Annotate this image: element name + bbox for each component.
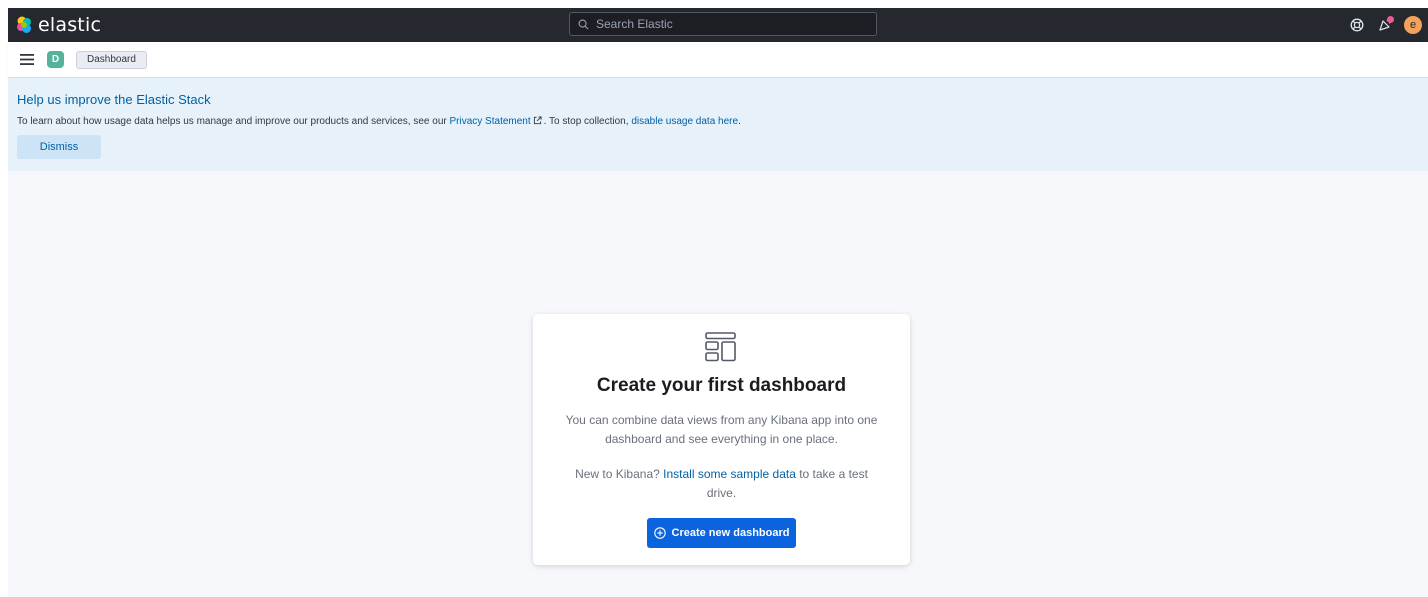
empty-state-title: Create your first dashboard: [596, 375, 847, 396]
breadcrumb-dashboard: Dashboard: [76, 50, 147, 69]
elastic-logo-icon: [17, 16, 31, 33]
callout-body-prefix: To learn about how usage data helps us m…: [17, 116, 450, 127]
disable-usage-data-link[interactable]: disable usage data here: [631, 116, 738, 127]
dismiss-button[interactable]: Dismiss: [17, 135, 101, 159]
breadcrumb-label: Dashboard: [87, 54, 136, 65]
user-avatar[interactable]: e: [1404, 16, 1422, 34]
elastic-home-link[interactable]: elastic: [15, 8, 101, 42]
search-input[interactable]: [596, 17, 856, 31]
dashboard-main-area: Create your first dashboard You can comb…: [8, 171, 1428, 597]
external-link-icon: [533, 116, 542, 125]
window-top-strip: [0, 0, 1428, 8]
sample-prefix: New to Kibana?: [575, 467, 664, 481]
nav-menu-button[interactable]: [16, 49, 38, 71]
space-selector[interactable]: D: [47, 51, 64, 68]
sample-data-prompt: New to Kibana? Install some sample data …: [563, 465, 880, 503]
callout-title: Help us improve the Elastic Stack: [17, 92, 211, 107]
app-subheader: D Dashboard: [8, 42, 1428, 78]
callout-body-suffix: .: [738, 116, 741, 127]
help-menu-button[interactable]: [1343, 8, 1371, 42]
create-button-label: Create new dashboard: [671, 527, 790, 539]
global-header: elastic e: [8, 8, 1428, 42]
notification-dot: [1387, 16, 1394, 23]
privacy-statement-link[interactable]: Privacy Statement: [450, 116, 531, 127]
empty-state-description: You can combine data views from any Kiba…: [565, 413, 878, 446]
create-new-dashboard-button[interactable]: Create new dashboard: [647, 518, 796, 548]
avatar-initial: e: [1409, 19, 1417, 31]
hamburger-menu-icon: [20, 54, 34, 65]
install-sample-data-link[interactable]: Install some sample data: [663, 467, 796, 481]
callout-body: To learn about how usage data helps us m…: [17, 116, 1419, 127]
help-lifebuoy-icon: [1350, 18, 1364, 32]
header-actions: e: [1343, 8, 1422, 42]
dashboard-app-icon: [705, 332, 736, 362]
news-feed-button[interactable]: [1371, 8, 1399, 42]
empty-state-panel: Create your first dashboard You can comb…: [533, 314, 910, 565]
global-search[interactable]: [569, 12, 877, 36]
logo-text: elastic: [38, 14, 102, 36]
search-icon: [578, 19, 589, 29]
callout-body-middle: . To stop collection,: [543, 116, 632, 127]
telemetry-callout: Help us improve the Elastic Stack To lea…: [8, 78, 1428, 171]
plus-circle-icon: [653, 527, 666, 539]
space-initial: D: [51, 54, 60, 65]
